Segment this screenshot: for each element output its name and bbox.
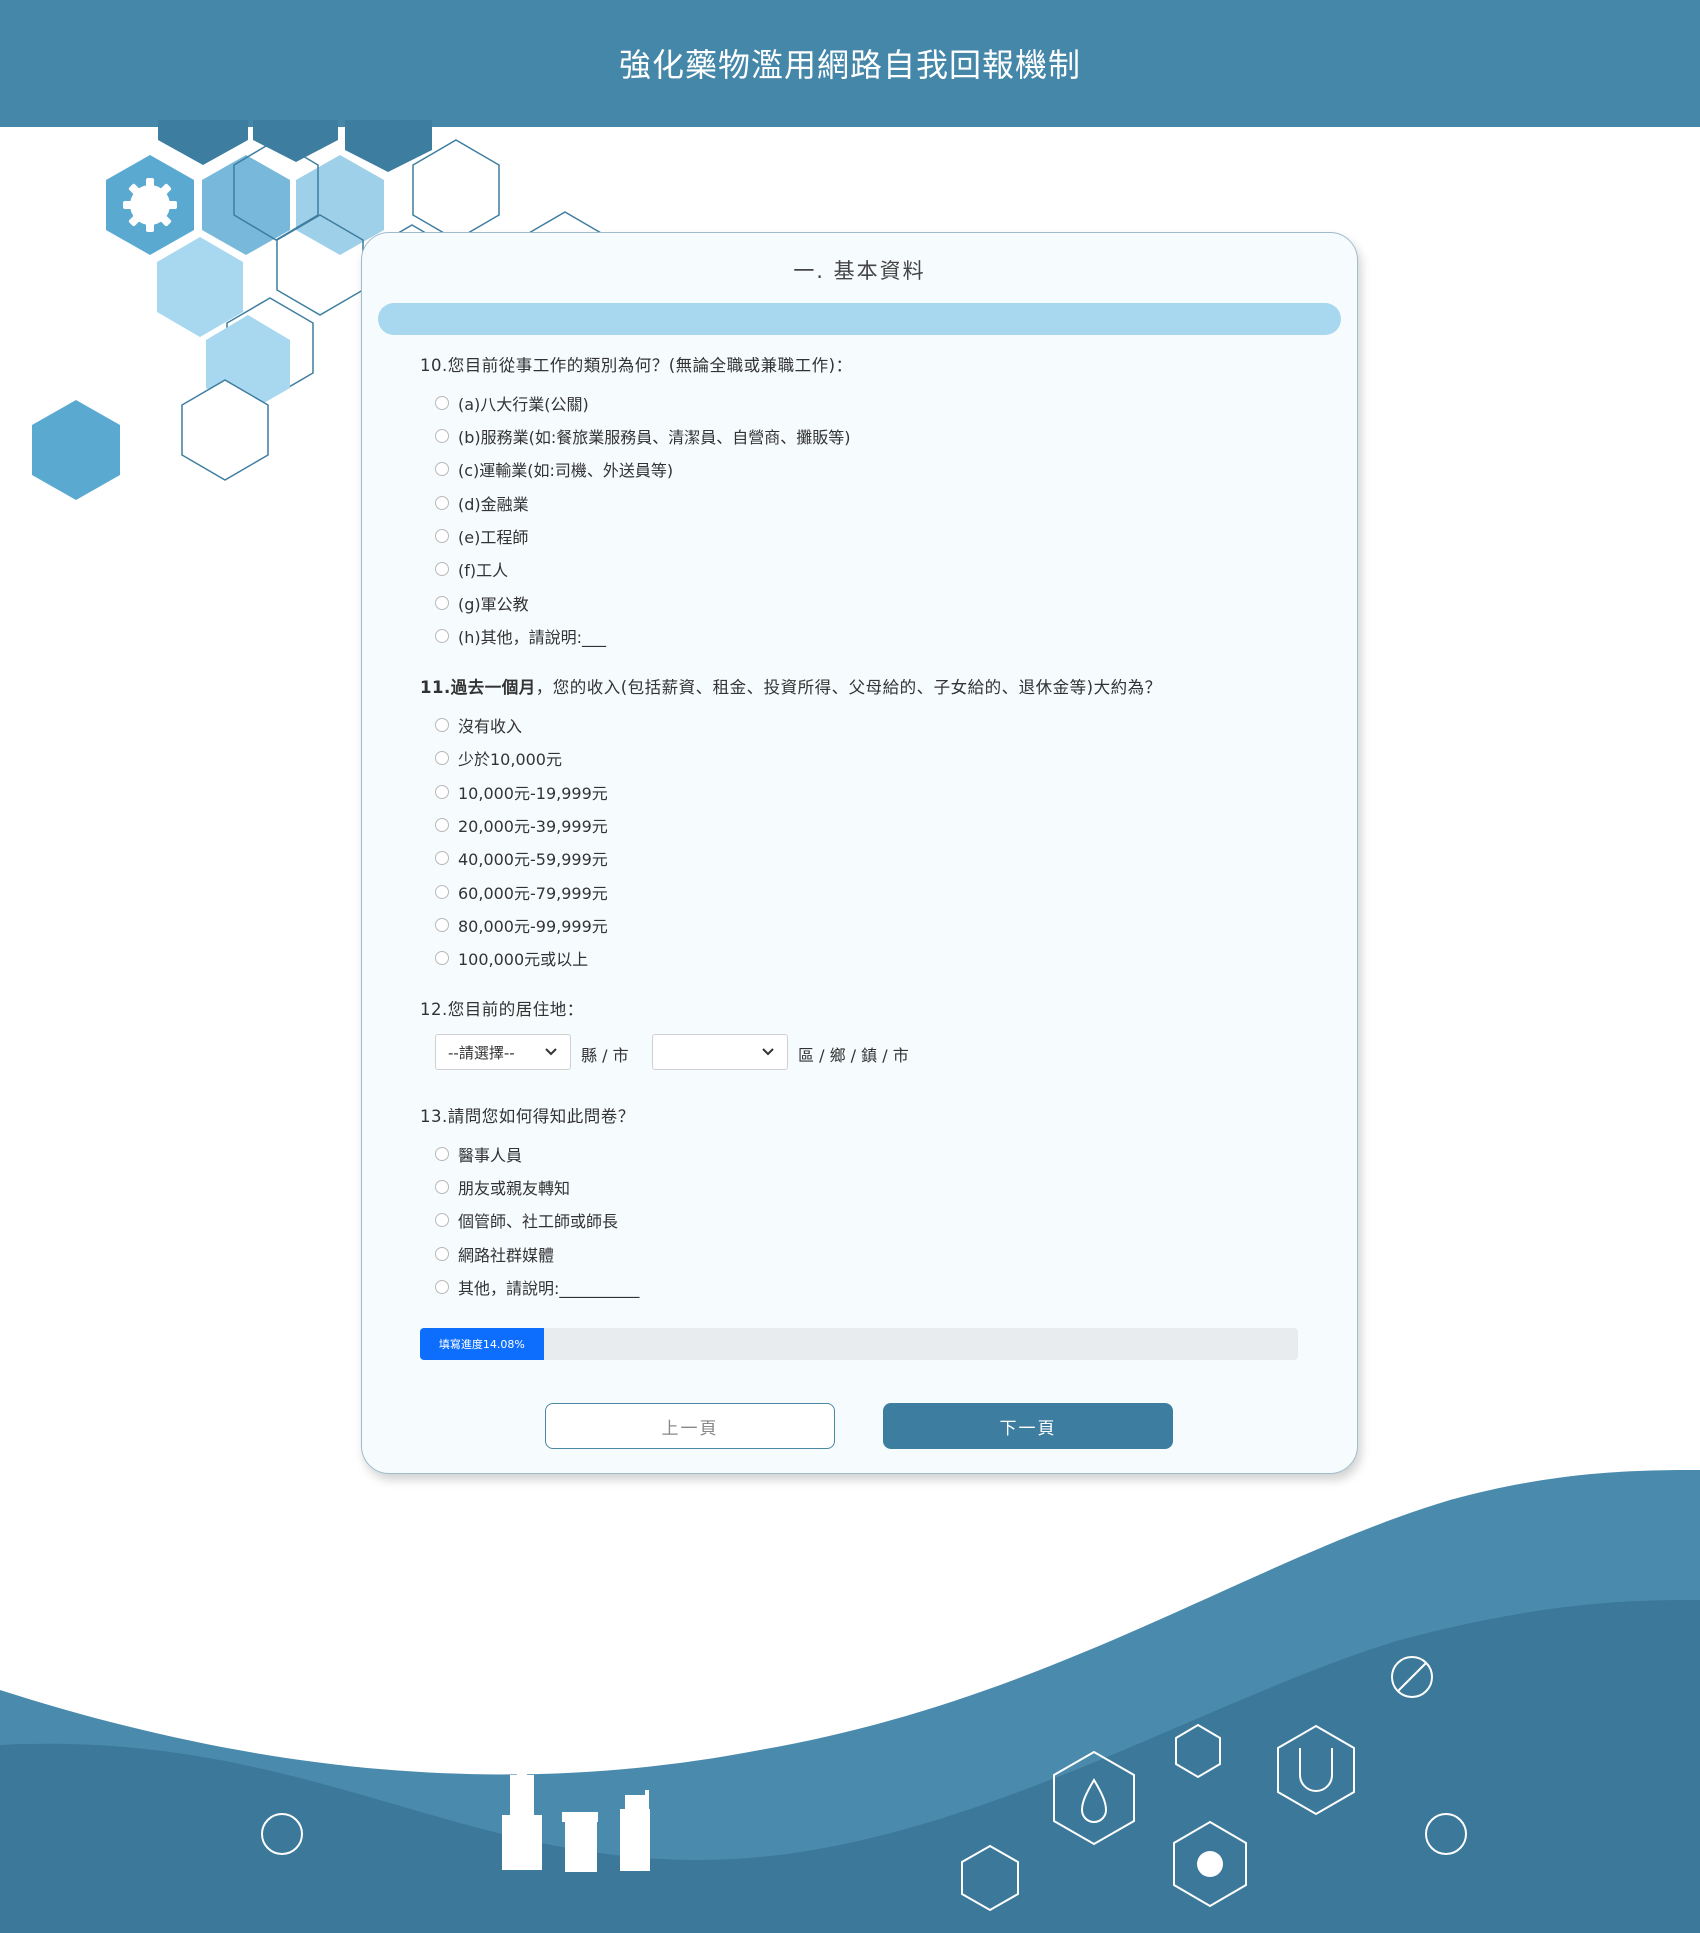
option-label: (g)軍公教 — [458, 595, 529, 614]
district-select[interactable] — [652, 1034, 788, 1070]
chevron-down-icon — [762, 1048, 774, 1056]
q10-option[interactable]: (a)八大行業(公關) — [435, 391, 589, 415]
q10-option[interactable]: (f)工人 — [435, 557, 508, 581]
option-label: 個管師、社工師或師長 — [458, 1212, 619, 1231]
county-label: 縣 / 市 — [581, 1046, 629, 1065]
question-11: 11.過去一個月，您的收入(包括薪資、租金、投資所得、父母給的、子女給的、退休金… — [420, 674, 1162, 698]
option-label: 80,000元-99,999元 — [458, 917, 608, 936]
next-page-button[interactable]: 下一頁 — [883, 1403, 1173, 1449]
q11-option[interactable]: 100,000元或以上 — [435, 946, 588, 970]
radio-button[interactable] — [435, 496, 449, 510]
radio-button[interactable] — [435, 596, 449, 610]
option-label: (a)八大行業(公關) — [458, 395, 589, 414]
option-label: 朋友或親友轉知 — [458, 1179, 571, 1198]
q11-option[interactable]: 40,000元-59,999元 — [435, 846, 608, 870]
q11-option[interactable]: 沒有收入 — [435, 713, 522, 737]
radio-button[interactable] — [435, 885, 449, 899]
q11-option[interactable]: 60,000元-79,999元 — [435, 880, 608, 904]
radio-button[interactable] — [435, 1180, 449, 1194]
option-label: 100,000元或以上 — [458, 950, 589, 969]
q11-emphasis: 過去一個月 — [450, 678, 536, 697]
q13-option[interactable]: 其他，請說明:__________ — [435, 1275, 639, 1299]
option-label: (d)金融業 — [458, 495, 529, 514]
option-label: 網路社群媒體 — [458, 1246, 555, 1265]
q10-option[interactable]: (c)運輸業(如:司機、外送員等) — [435, 457, 673, 481]
radio-button[interactable] — [435, 429, 449, 443]
q13-option[interactable]: 醫事人員 — [435, 1142, 522, 1166]
district-label: 區 / 鄉 / 鎮 / 市 — [798, 1046, 909, 1065]
radio-button[interactable] — [435, 1213, 449, 1227]
page-title: 強化藥物濫用網路自我回報機制 — [618, 46, 1081, 84]
radio-button[interactable] — [435, 396, 449, 410]
radio-button[interactable] — [435, 851, 449, 865]
progress-bar: 填寫進度14.08% — [420, 1328, 1298, 1360]
radio-button[interactable] — [435, 1280, 449, 1294]
county-select[interactable]: --請選擇-- — [435, 1034, 571, 1070]
q11-number: 11. — [420, 678, 451, 697]
q10-option[interactable]: (d)金融業 — [435, 491, 529, 515]
question-12: 12.您目前的居住地： — [420, 1000, 584, 1019]
radio-button[interactable] — [435, 1147, 449, 1161]
option-label: (h)其他，請說明:___ — [458, 628, 607, 647]
radio-button[interactable] — [435, 462, 449, 476]
radio-button[interactable] — [435, 562, 449, 576]
q10-option[interactable]: (h)其他，請說明:___ — [435, 624, 606, 648]
q13-option[interactable]: 網路社群媒體 — [435, 1242, 554, 1266]
option-label: 少於10,000元 — [458, 750, 562, 769]
section-title: 一. 基本資料 — [793, 259, 926, 283]
option-label: 醫事人員 — [458, 1146, 523, 1165]
progress-fill: 填寫進度14.08% — [420, 1328, 544, 1360]
option-label: 40,000元-59,999元 — [458, 850, 608, 869]
radio-button[interactable] — [435, 1247, 449, 1261]
q10-option[interactable]: (b)服務業(如:餐旅業服務員、清潔員、自營商、攤販等) — [435, 424, 851, 448]
option-label: 20,000元-39,999元 — [458, 817, 608, 836]
q11-option[interactable]: 20,000元-39,999元 — [435, 813, 608, 837]
radio-button[interactable] — [435, 818, 449, 832]
q11-option[interactable]: 10,000元-19,999元 — [435, 780, 608, 804]
header-bar: 強化藥物濫用網路自我回報機制 — [0, 0, 1700, 127]
option-label: (f)工人 — [458, 561, 509, 580]
radio-button[interactable] — [435, 718, 449, 732]
option-label: (b)服務業(如:餐旅業服務員、清潔員、自營商、攤販等) — [458, 428, 851, 447]
chevron-down-icon — [545, 1048, 557, 1056]
radio-button[interactable] — [435, 951, 449, 965]
radio-button[interactable] — [435, 785, 449, 799]
radio-button[interactable] — [435, 751, 449, 765]
q11-option[interactable]: 少於10,000元 — [435, 746, 562, 770]
q11-text: ，您的收入(包括薪資、租金、投資所得、父母給的、子女給的、退休金等)大約為？ — [535, 678, 1162, 697]
county-select-value: --請選擇-- — [448, 1043, 515, 1062]
q11-option[interactable]: 80,000元-99,999元 — [435, 913, 608, 937]
q10-option[interactable]: (g)軍公教 — [435, 591, 529, 615]
q13-option[interactable]: 朋友或親友轉知 — [435, 1175, 570, 1199]
section-bar — [378, 303, 1341, 335]
footer-wave-decoration — [0, 1470, 1700, 1933]
option-label: 其他，請說明:__________ — [458, 1279, 640, 1298]
previous-page-button[interactable]: 上一頁 — [545, 1403, 835, 1449]
survey-card: 一. 基本資料 10.您目前從事工作的類別為何？(無論全職或兼職工作)： (a)… — [361, 232, 1358, 1474]
option-label: (e)工程師 — [458, 528, 529, 547]
q13-option[interactable]: 個管師、社工師或師長 — [435, 1208, 618, 1232]
gear-icon — [123, 178, 177, 232]
radio-button[interactable] — [435, 529, 449, 543]
option-label: (c)運輸業(如:司機、外送員等) — [458, 461, 674, 480]
radio-button[interactable] — [435, 629, 449, 643]
option-label: 10,000元-19,999元 — [458, 784, 608, 803]
option-label: 60,000元-79,999元 — [458, 884, 608, 903]
question-10: 10.您目前從事工作的類別為何？(無論全職或兼職工作)： — [420, 356, 853, 375]
option-label: 沒有收入 — [458, 717, 523, 736]
q10-option[interactable]: (e)工程師 — [435, 524, 528, 548]
radio-button[interactable] — [435, 918, 449, 932]
question-13: 13.請問您如何得知此問卷？ — [420, 1107, 635, 1126]
